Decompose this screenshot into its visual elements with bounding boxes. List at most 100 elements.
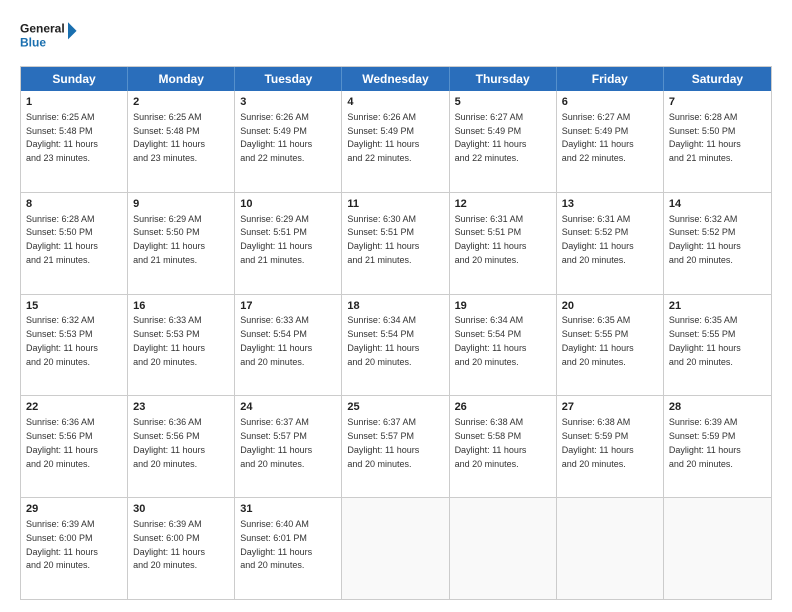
day-number: 22 <box>26 400 122 415</box>
table-row: 28 Sunrise: 6:39 AMSunset: 5:59 PMDayligh… <box>664 396 771 497</box>
day-info: Sunrise: 6:28 AMSunset: 5:50 PMDaylight:… <box>669 112 741 163</box>
day-number: 9 <box>133 197 229 212</box>
logo: General Blue <box>20 16 80 56</box>
day-info: Sunrise: 6:31 AMSunset: 5:52 PMDaylight:… <box>562 214 634 265</box>
day-info: Sunrise: 6:29 AMSunset: 5:50 PMDaylight:… <box>133 214 205 265</box>
day-number: 12 <box>455 197 551 212</box>
table-row: 16Sunrise: 6:33 AMSunset: 5:53 PMDayligh… <box>128 295 235 396</box>
day-info: Sunrise: 6:37 AMSunset: 5:57 PMDaylight:… <box>240 417 312 468</box>
table-row: 1Sunrise: 6:25 AMSunset: 5:48 PMDaylight… <box>21 91 128 192</box>
day-number: 26 <box>455 400 551 415</box>
table-row: 21Sunrise: 6:35 AMSunset: 5:55 PMDayligh… <box>664 295 771 396</box>
day-number: 4 <box>347 95 443 110</box>
day-number: 23 <box>133 400 229 415</box>
day-number: 14 <box>669 197 766 212</box>
table-row: 23 Sunrise: 6:36 AMSunset: 5:56 PMDayligh… <box>128 396 235 497</box>
table-row <box>342 498 449 599</box>
table-row: 7 Sunrise: 6:28 AMSunset: 5:50 PMDaylight… <box>664 91 771 192</box>
day-info: Sunrise: 6:34 AMSunset: 5:54 PMDaylight:… <box>347 315 419 366</box>
table-row: 22 Sunrise: 6:36 AMSunset: 5:56 PMDayligh… <box>21 396 128 497</box>
day-info: Sunrise: 6:28 AMSunset: 5:50 PMDaylight:… <box>26 214 98 265</box>
page: General Blue SundayMondayTuesdayWednesda… <box>0 0 792 612</box>
table-row: 3 Sunrise: 6:26 AMSunset: 5:49 PMDaylight… <box>235 91 342 192</box>
day-info: Sunrise: 6:39 AMSunset: 5:59 PMDaylight:… <box>669 417 741 468</box>
day-info: Sunrise: 6:30 AMSunset: 5:51 PMDaylight:… <box>347 214 419 265</box>
day-number: 27 <box>562 400 658 415</box>
day-number: 7 <box>669 95 766 110</box>
svg-text:Blue: Blue <box>20 35 46 49</box>
day-info: Sunrise: 6:26 AMSunset: 5:49 PMDaylight:… <box>240 112 312 163</box>
day-info: Sunrise: 6:36 AMSunset: 5:56 PMDaylight:… <box>133 417 205 468</box>
day-number: 18 <box>347 299 443 314</box>
day-number: 30 <box>133 502 229 517</box>
day-number: 15 <box>26 299 122 314</box>
calendar: SundayMondayTuesdayWednesdayThursdayFrid… <box>20 66 772 600</box>
table-row <box>450 498 557 599</box>
day-info: Sunrise: 6:35 AMSunset: 5:55 PMDaylight:… <box>669 315 741 366</box>
calendar-row-2: 8 Sunrise: 6:28 AMSunset: 5:50 PMDaylight… <box>21 192 771 294</box>
table-row: 26 Sunrise: 6:38 AMSunset: 5:58 PMDayligh… <box>450 396 557 497</box>
day-number: 20 <box>562 299 658 314</box>
day-number: 25 <box>347 400 443 415</box>
header-day-friday: Friday <box>557 67 664 91</box>
calendar-body: 1Sunrise: 6:25 AMSunset: 5:48 PMDaylight… <box>21 91 771 599</box>
table-row: 6 Sunrise: 6:27 AMSunset: 5:49 PMDaylight… <box>557 91 664 192</box>
calendar-row-1: 1Sunrise: 6:25 AMSunset: 5:48 PMDaylight… <box>21 91 771 192</box>
table-row <box>664 498 771 599</box>
table-row: 10Sunrise: 6:29 AMSunset: 5:51 PMDayligh… <box>235 193 342 294</box>
table-row: 9 Sunrise: 6:29 AMSunset: 5:50 PMDaylight… <box>128 193 235 294</box>
table-row: 4Sunrise: 6:26 AMSunset: 5:49 PMDaylight… <box>342 91 449 192</box>
table-row: 19Sunrise: 6:34 AMSunset: 5:54 PMDayligh… <box>450 295 557 396</box>
calendar-row-3: 15Sunrise: 6:32 AMSunset: 5:53 PMDayligh… <box>21 294 771 396</box>
table-row: 2 Sunrise: 6:25 AMSunset: 5:48 PMDaylight… <box>128 91 235 192</box>
day-info: Sunrise: 6:38 AMSunset: 5:58 PMDaylight:… <box>455 417 527 468</box>
day-number: 13 <box>562 197 658 212</box>
day-info: Sunrise: 6:32 AMSunset: 5:53 PMDaylight:… <box>26 315 98 366</box>
table-row: 31 Sunrise: 6:40 AMSunset: 6:01 PMDayligh… <box>235 498 342 599</box>
day-info: Sunrise: 6:35 AMSunset: 5:55 PMDaylight:… <box>562 315 634 366</box>
day-number: 5 <box>455 95 551 110</box>
day-info: Sunrise: 6:32 AMSunset: 5:52 PMDaylight:… <box>669 214 741 265</box>
day-info: Sunrise: 6:31 AMSunset: 5:51 PMDaylight:… <box>455 214 527 265</box>
table-row: 5 Sunrise: 6:27 AMSunset: 5:49 PMDaylight… <box>450 91 557 192</box>
day-number: 24 <box>240 400 336 415</box>
day-number: 11 <box>347 197 443 212</box>
calendar-header: SundayMondayTuesdayWednesdayThursdayFrid… <box>21 67 771 91</box>
day-info: Sunrise: 6:27 AMSunset: 5:49 PMDaylight:… <box>562 112 634 163</box>
day-number: 17 <box>240 299 336 314</box>
table-row: 15Sunrise: 6:32 AMSunset: 5:53 PMDayligh… <box>21 295 128 396</box>
day-info: Sunrise: 6:38 AMSunset: 5:59 PMDaylight:… <box>562 417 634 468</box>
day-number: 21 <box>669 299 766 314</box>
logo-svg: General Blue <box>20 16 80 56</box>
day-number: 10 <box>240 197 336 212</box>
day-number: 31 <box>240 502 336 517</box>
header-day-saturday: Saturday <box>664 67 771 91</box>
calendar-row-5: 29Sunrise: 6:39 AMSunset: 6:00 PMDayligh… <box>21 497 771 599</box>
day-info: Sunrise: 6:36 AMSunset: 5:56 PMDaylight:… <box>26 417 98 468</box>
day-number: 2 <box>133 95 229 110</box>
day-number: 3 <box>240 95 336 110</box>
day-info: Sunrise: 6:25 AMSunset: 5:48 PMDaylight:… <box>133 112 205 163</box>
day-info: Sunrise: 6:37 AMSunset: 5:57 PMDaylight:… <box>347 417 419 468</box>
day-info: Sunrise: 6:27 AMSunset: 5:49 PMDaylight:… <box>455 112 527 163</box>
table-row: 20Sunrise: 6:35 AMSunset: 5:55 PMDayligh… <box>557 295 664 396</box>
header-day-wednesday: Wednesday <box>342 67 449 91</box>
day-number: 28 <box>669 400 766 415</box>
table-row <box>557 498 664 599</box>
table-row: 8 Sunrise: 6:28 AMSunset: 5:50 PMDaylight… <box>21 193 128 294</box>
day-number: 16 <box>133 299 229 314</box>
header-day-thursday: Thursday <box>450 67 557 91</box>
header-day-tuesday: Tuesday <box>235 67 342 91</box>
table-row: 27 Sunrise: 6:38 AMSunset: 5:59 PMDayligh… <box>557 396 664 497</box>
day-number: 19 <box>455 299 551 314</box>
day-number: 6 <box>562 95 658 110</box>
day-info: Sunrise: 6:33 AMSunset: 5:53 PMDaylight:… <box>133 315 205 366</box>
header-day-sunday: Sunday <box>21 67 128 91</box>
day-number: 8 <box>26 197 122 212</box>
day-info: Sunrise: 6:34 AMSunset: 5:54 PMDaylight:… <box>455 315 527 366</box>
calendar-row-4: 22 Sunrise: 6:36 AMSunset: 5:56 PMDayligh… <box>21 395 771 497</box>
table-row: 29Sunrise: 6:39 AMSunset: 6:00 PMDayligh… <box>21 498 128 599</box>
table-row: 30Sunrise: 6:39 AMSunset: 6:00 PMDayligh… <box>128 498 235 599</box>
day-info: Sunrise: 6:40 AMSunset: 6:01 PMDaylight:… <box>240 519 312 570</box>
table-row: 18Sunrise: 6:34 AMSunset: 5:54 PMDayligh… <box>342 295 449 396</box>
